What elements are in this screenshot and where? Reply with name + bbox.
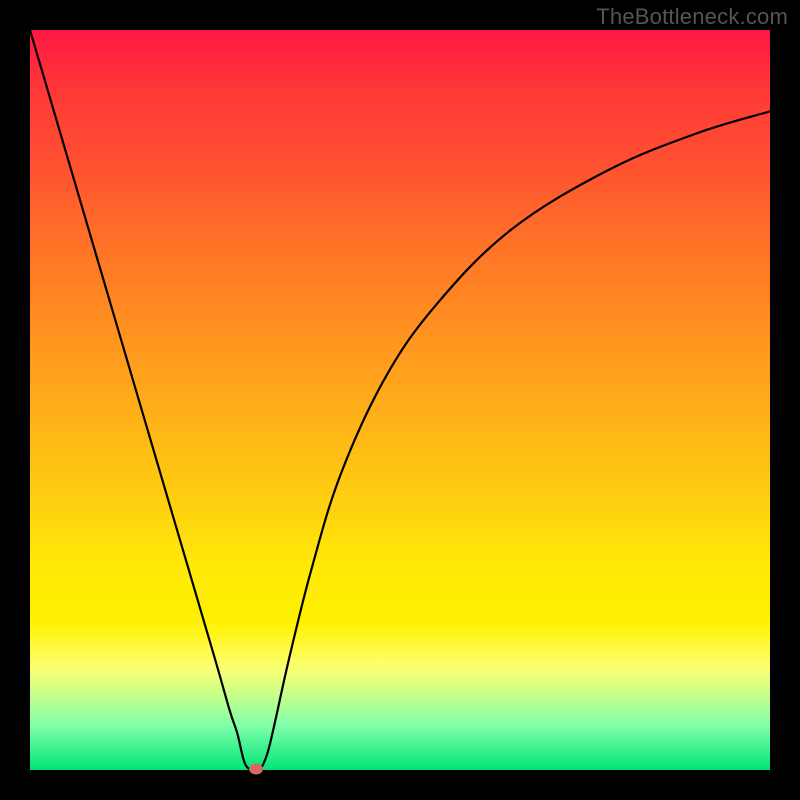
chart-plot-area [30,30,770,770]
bottleneck-curve [30,30,770,770]
optimal-point-marker [249,763,263,774]
watermark-text: TheBottleneck.com [596,4,788,30]
